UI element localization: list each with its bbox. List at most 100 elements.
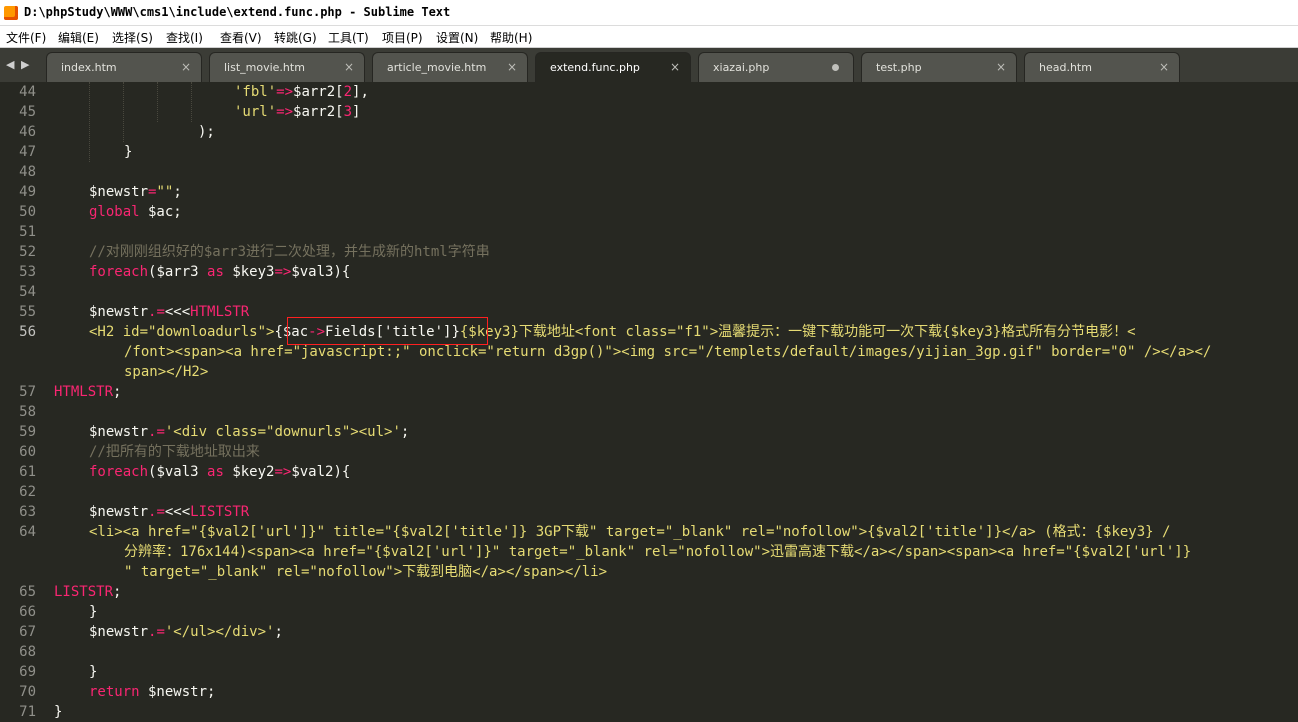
- string-token: "": [156, 184, 174, 200]
- line-number: 57: [19, 384, 36, 400]
- code-editor[interactable]: 44 45 46 47 48 49 50 51 52 53 54 55 56 5…: [0, 82, 1298, 722]
- variable-token: $key3: [223, 264, 275, 280]
- string-token: /font><span><a href="javascript:;" oncli…: [124, 344, 1212, 360]
- code-line-55: $newstr.=<<<HTMLSTR: [89, 302, 249, 322]
- line-number: 49: [19, 184, 36, 200]
- tab-label: extend.func.php: [550, 61, 640, 74]
- string-token: 'fbl': [234, 84, 277, 100]
- line-number: 55: [19, 304, 36, 320]
- number-token: 2: [343, 84, 353, 100]
- operator-token: .=: [148, 504, 165, 520]
- tab-extend-func-php[interactable]: extend.func.php ×: [535, 52, 691, 82]
- line-number: 66: [19, 604, 36, 620]
- tab-index-htm[interactable]: index.htm ×: [46, 52, 202, 82]
- code-line-66: }: [89, 602, 97, 622]
- menu-file[interactable]: 文件(F): [6, 29, 46, 46]
- line-number: 60: [19, 444, 36, 460]
- title-bar: D:\phpStudy\WWW\cms1\include\extend.func…: [0, 0, 1298, 26]
- close-icon[interactable]: ×: [1159, 60, 1169, 74]
- menu-bar: 文件(F) 编辑(E) 选择(S) 查找(I) 查看(V) 转跳(G) 工具(T…: [0, 26, 1298, 48]
- code-line-60: //把所有的下载地址取出来: [89, 442, 260, 462]
- variable-token: ($arr3: [148, 264, 208, 280]
- menu-preferences[interactable]: 设置(N): [436, 29, 478, 46]
- operator-token: .=: [148, 424, 165, 440]
- keyword-token: return: [89, 684, 140, 700]
- indent-guide: [89, 82, 90, 162]
- line-number: 53: [19, 264, 36, 280]
- string-token: <H2 id="downloadurls">: [89, 324, 275, 340]
- line-number: 67: [19, 624, 36, 640]
- tab-article-movie-htm[interactable]: article_movie.htm ×: [372, 52, 528, 82]
- line-number: 47: [19, 144, 36, 160]
- code-line-64-wrap-2: " target="_blank" rel="nofollow">下载到电脑</…: [124, 562, 607, 582]
- code-line-63: $newstr.=<<<LISTSTR: [89, 502, 249, 522]
- menu-edit[interactable]: 编辑(E): [58, 29, 99, 46]
- tab-head-htm[interactable]: head.htm ×: [1024, 52, 1180, 82]
- heredoc-token: <<<: [164, 304, 191, 320]
- punct-token: ]: [352, 104, 361, 120]
- line-number-current: 56: [19, 324, 36, 340]
- punct-token: ;: [113, 384, 122, 400]
- string-token: '</ul></div>': [164, 624, 275, 640]
- line-number: 69: [19, 664, 36, 680]
- tab-label: test.php: [876, 61, 922, 74]
- menu-help[interactable]: 帮助(H): [490, 29, 532, 46]
- keyword-token: foreach: [89, 264, 149, 280]
- line-number-gutter: 44 45 46 47 48 49 50 51 52 53 54 55 56 5…: [0, 82, 48, 722]
- operator-token: .=: [148, 304, 165, 320]
- close-icon[interactable]: ×: [344, 60, 354, 74]
- menu-project[interactable]: 项目(P): [382, 29, 423, 46]
- line-number: 59: [19, 424, 36, 440]
- code-line-45: 'url'=>$arr2[3]: [234, 102, 360, 122]
- variable-token: $arr2[: [293, 84, 344, 100]
- punct-token: ],: [352, 84, 369, 100]
- code-line-53: foreach($arr3 as $key3=>$val3){: [89, 262, 350, 282]
- tab-bar: ◀ ▶ index.htm × list_movie.htm × article…: [0, 48, 1298, 82]
- tab-label: xiazai.php: [713, 61, 770, 74]
- close-icon[interactable]: ×: [181, 60, 191, 74]
- menu-goto[interactable]: 转跳(G): [274, 29, 317, 46]
- tab-list-movie-htm[interactable]: list_movie.htm ×: [209, 52, 365, 82]
- code-line-44: 'fbl'=>$arr2[2],: [234, 82, 369, 102]
- punct-token: );: [198, 124, 215, 140]
- code-line-52: //对刚刚组织好的$arr3进行二次处理，并生成新的html字符串: [89, 242, 490, 262]
- string-token: " target="_blank" rel="nofollow">下载到电脑</…: [124, 564, 608, 580]
- tab-test-php[interactable]: test.php ×: [861, 52, 1017, 82]
- variable-token: $ac;: [139, 204, 182, 220]
- line-number: 54: [19, 284, 36, 300]
- punct-token: }: [54, 704, 63, 720]
- highlight-box: [287, 317, 488, 345]
- variable-token: $arr2[: [293, 104, 344, 120]
- code-line-64-wrap-1: 分辨率：176x144)<span><a href="{$val2['url']…: [124, 542, 1191, 562]
- menu-selection[interactable]: 选择(S): [112, 29, 153, 46]
- code-text-area[interactable]: 'fbl'=>$arr2[2], 'url'=>$arr2[3] ); } $n…: [54, 82, 1298, 722]
- heredoc-label-token: HTMLSTR: [190, 304, 250, 320]
- tab-next-icon[interactable]: ▶: [21, 58, 29, 71]
- menu-find[interactable]: 查找(I): [166, 29, 203, 46]
- tab-label: index.htm: [61, 61, 117, 74]
- string-token: 分辨率：176x144)<span><a href="{$val2['url']…: [124, 544, 1192, 560]
- code-line-67: $newstr.='</ul></div>';: [89, 622, 283, 642]
- heredoc-label-token: LISTSTR: [190, 504, 250, 520]
- unsaved-dot-icon[interactable]: [832, 64, 839, 71]
- operator-token: .=: [148, 624, 165, 640]
- line-number: 64: [19, 524, 36, 540]
- heredoc-label-token: HTMLSTR: [54, 384, 114, 400]
- tab-prev-icon[interactable]: ◀: [6, 58, 14, 71]
- code-line-69: }: [89, 662, 97, 682]
- close-icon[interactable]: ×: [996, 60, 1006, 74]
- string-token: <li><a href="{$val2['url']}" title="{$va…: [89, 524, 1171, 540]
- close-icon[interactable]: ×: [670, 60, 680, 74]
- heredoc-token: <<<: [164, 504, 191, 520]
- code-line-56-wrap-1: /font><span><a href="javascript:;" oncli…: [124, 342, 1211, 362]
- sublime-app-icon: [4, 6, 18, 20]
- tab-xiazai-php[interactable]: xiazai.php: [698, 52, 854, 82]
- tab-label: list_movie.htm: [224, 61, 305, 74]
- variable-token: $newstr: [89, 424, 149, 440]
- variable-token: $val2){: [291, 464, 351, 480]
- close-icon[interactable]: ×: [507, 60, 517, 74]
- menu-tools[interactable]: 工具(T): [328, 29, 369, 46]
- indent-guide: [191, 82, 192, 122]
- line-number: 70: [19, 684, 36, 700]
- menu-view[interactable]: 查看(V): [220, 29, 262, 46]
